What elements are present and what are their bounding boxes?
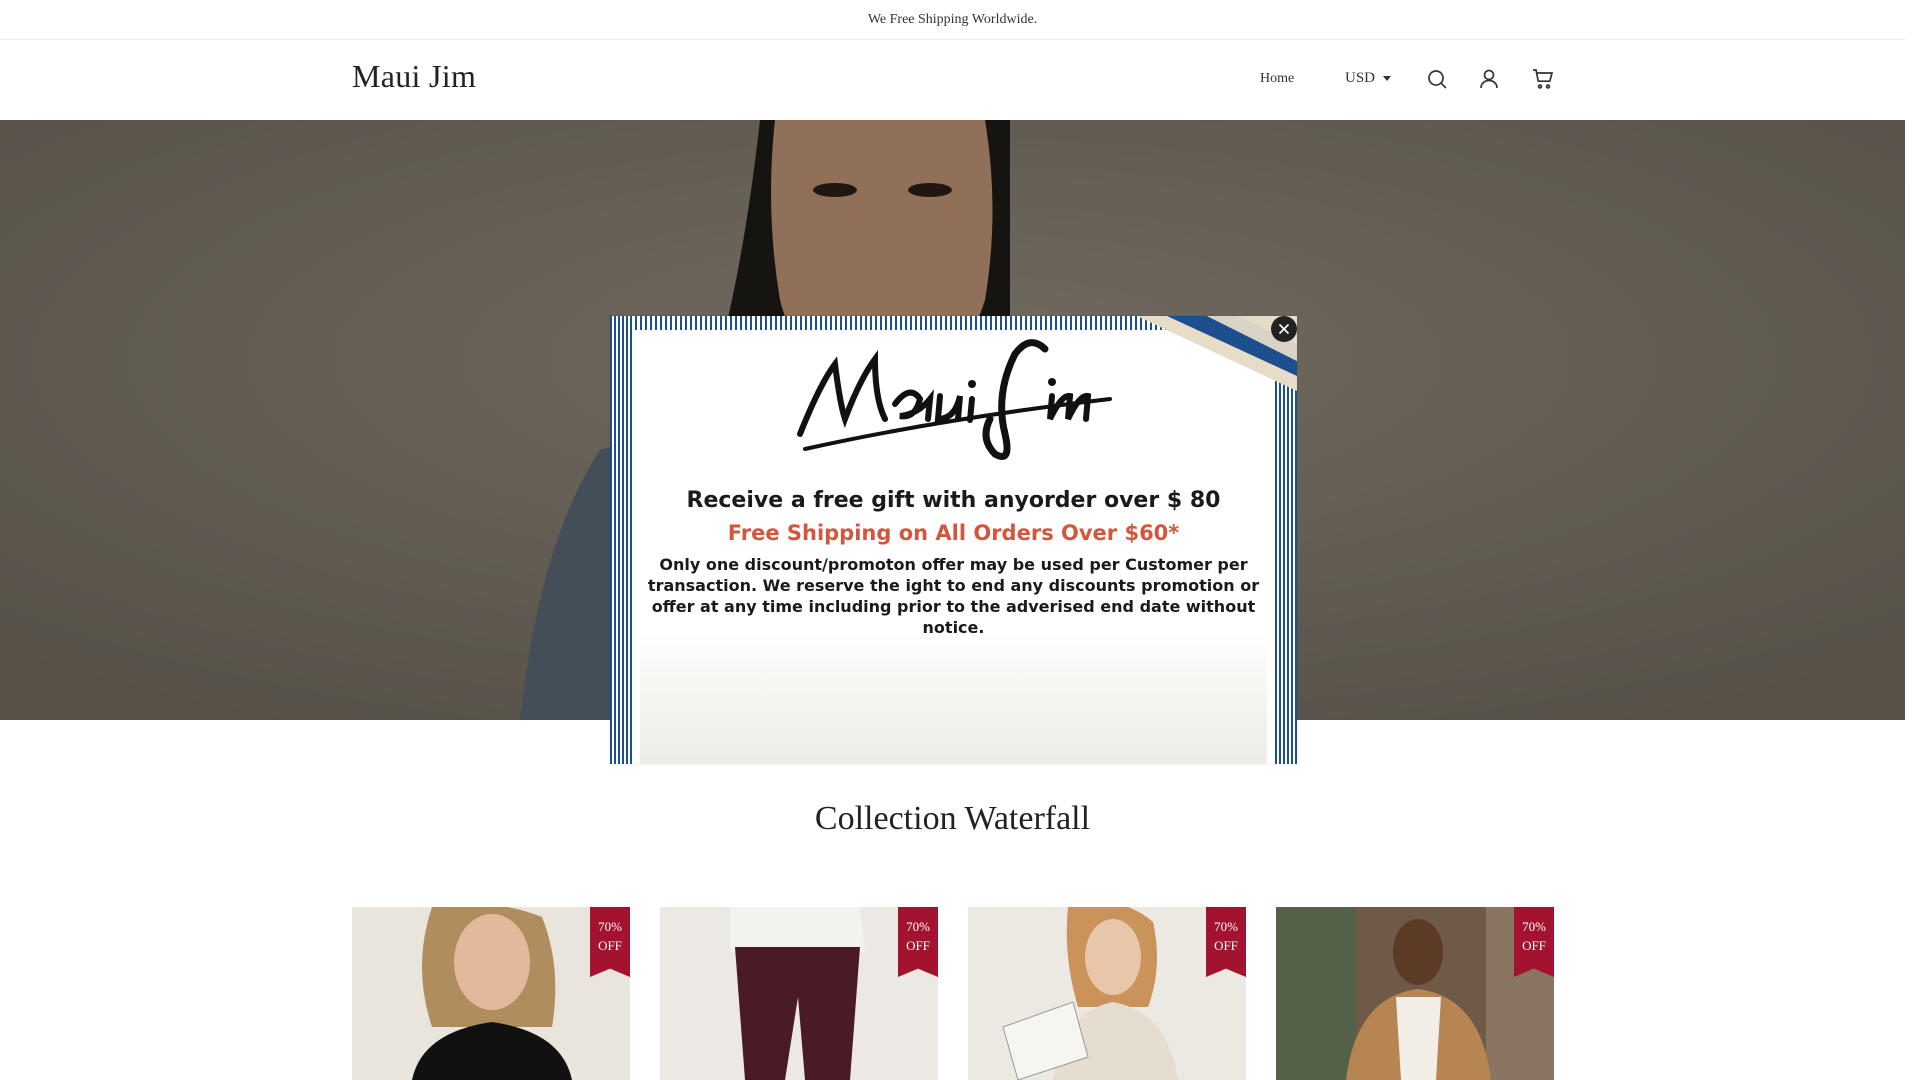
promo-popup[interactable]: Receive a free gift with anyorder over $…: [610, 316, 1297, 764]
popup-offer-gift: Receive a free gift with anyorder over $…: [686, 488, 1221, 513]
close-icon: [1278, 323, 1290, 335]
nav-home-link[interactable]: Home: [1260, 71, 1294, 87]
badge-percent: 70%: [1214, 919, 1238, 934]
popup-product-area: [640, 634, 1267, 764]
badge-off: OFF: [906, 938, 930, 953]
badge-off: OFF: [598, 938, 622, 953]
product-image: [660, 907, 938, 1080]
announcement-text: We Free Shipping Worldwide.: [867, 11, 1038, 27]
announcement-bar: We Free Shipping Worldwide.: [0, 0, 1905, 40]
product-card[interactable]: 70% OFF: [968, 907, 1246, 1080]
badge-percent: 70%: [1522, 919, 1546, 934]
product-image: [1276, 907, 1554, 1080]
discount-badge: 70% OFF: [1514, 907, 1554, 977]
account-icon[interactable]: [1477, 67, 1501, 91]
popup-offer-shipping: Free Shipping on All Orders Over $60*: [727, 521, 1180, 545]
currency-label: USD: [1345, 70, 1376, 86]
discount-badge: 70% OFF: [590, 907, 630, 977]
store-logo[interactable]: Maui Jim: [352, 58, 476, 95]
product-card[interactable]: 70% OFF: [1276, 907, 1554, 1080]
product-card[interactable]: 70% OFF: [660, 907, 938, 1080]
badge-percent: 70%: [906, 919, 930, 934]
badge-percent: 70%: [598, 919, 622, 934]
search-icon[interactable]: [1425, 67, 1449, 91]
cart-icon[interactable]: [1531, 67, 1555, 91]
discount-badge: 70% OFF: [1206, 907, 1246, 977]
popup-brand-signature: [797, 339, 1112, 460]
site-header: Maui Jim Home USD: [0, 40, 1905, 120]
popup-terms: Only one discount/promoton offer may be …: [647, 555, 1260, 637]
discount-badge: 70% OFF: [898, 907, 938, 977]
currency-selector[interactable]: USD: [1345, 70, 1392, 87]
popup-close-button[interactable]: [1271, 316, 1297, 342]
collection-title: Collection Waterfall: [814, 800, 1091, 837]
product-image: [352, 907, 630, 1080]
product-card[interactable]: 70% OFF: [352, 907, 630, 1080]
chevron-down-icon: [1383, 76, 1392, 81]
badge-off: OFF: [1214, 938, 1238, 953]
badge-off: OFF: [1522, 938, 1546, 953]
product-image: [968, 907, 1246, 1080]
